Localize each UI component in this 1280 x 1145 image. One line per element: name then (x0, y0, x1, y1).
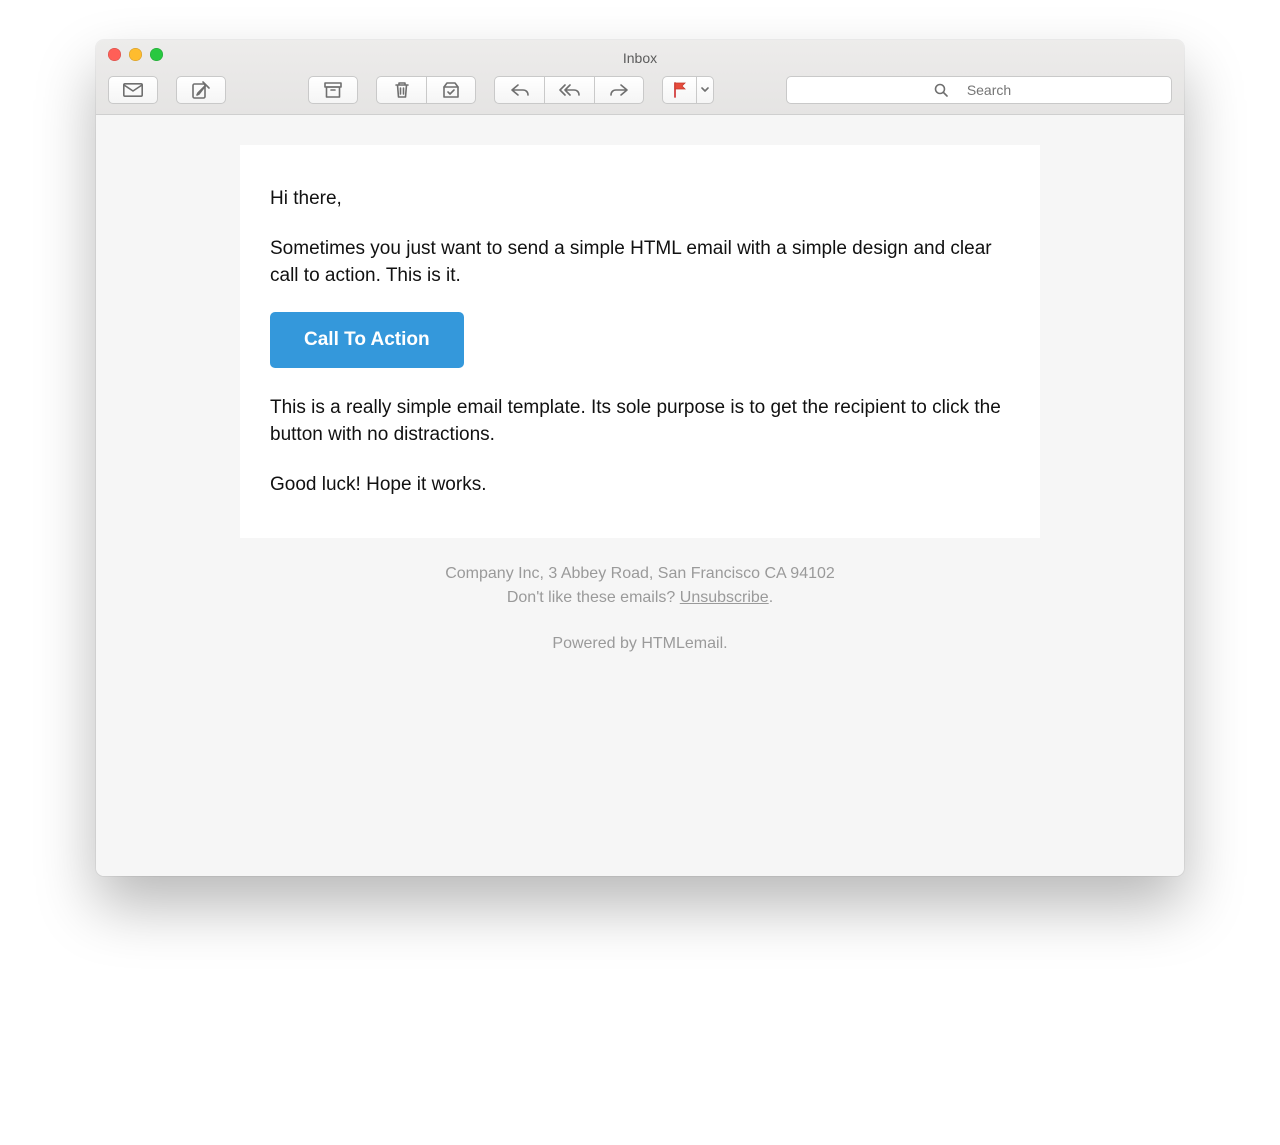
unsubscribe-link[interactable]: Unsubscribe (680, 589, 769, 606)
forward-button[interactable] (594, 76, 644, 104)
search-input[interactable] (954, 82, 1024, 98)
message-viewer: Hi there, Sometimes you just want to sen… (96, 115, 1184, 876)
chevron-down-icon (701, 87, 709, 93)
powered-by: Powered by HTMLemail. (96, 632, 1184, 656)
email-body: Hi there, Sometimes you just want to sen… (240, 145, 1040, 538)
email-intro: Sometimes you just want to send a simple… (270, 235, 1010, 290)
toolbar (96, 68, 1184, 114)
email-body-2: This is a really simple email template. … (270, 394, 1010, 449)
flag-dropdown-button[interactable] (696, 76, 714, 104)
archive-icon (324, 82, 342, 98)
reply-icon (510, 83, 530, 97)
minimize-window-button[interactable] (129, 48, 142, 61)
search-icon (934, 83, 948, 97)
forward-icon (609, 83, 629, 97)
email-footer: Company Inc, 3 Abbey Road, San Francisco… (96, 538, 1184, 656)
flag-icon (673, 82, 687, 98)
search-field[interactable] (786, 76, 1172, 104)
footer-address: Company Inc, 3 Abbey Road, San Francisco… (96, 562, 1184, 586)
email-greeting: Hi there, (270, 185, 1010, 213)
reply-all-button[interactable] (544, 76, 594, 104)
reply-button[interactable] (494, 76, 544, 104)
get-mail-button[interactable] (108, 76, 158, 104)
compose-icon (192, 81, 210, 99)
archive-button[interactable] (308, 76, 358, 104)
unsub-suffix: . (769, 589, 773, 606)
flag-button[interactable] (662, 76, 696, 104)
reply-all-icon (559, 83, 581, 97)
cta-button[interactable]: Call To Action (270, 312, 464, 368)
zoom-window-button[interactable] (150, 48, 163, 61)
trash-icon (394, 81, 410, 99)
delete-button[interactable] (376, 76, 426, 104)
junk-button[interactable] (426, 76, 476, 104)
titlebar: Inbox (96, 40, 1184, 115)
app-window: Inbox (96, 40, 1184, 876)
envelope-icon (123, 83, 143, 97)
email-closing: Good luck! Hope it works. (270, 471, 1010, 499)
close-window-button[interactable] (108, 48, 121, 61)
window-title: Inbox (96, 48, 1184, 68)
compose-button[interactable] (176, 76, 226, 104)
unsub-prefix: Don't like these emails? (507, 589, 680, 606)
traffic-lights (108, 48, 163, 61)
footer-unsub-line: Don't like these emails? Unsubscribe. (96, 586, 1184, 610)
junk-icon (442, 81, 460, 99)
